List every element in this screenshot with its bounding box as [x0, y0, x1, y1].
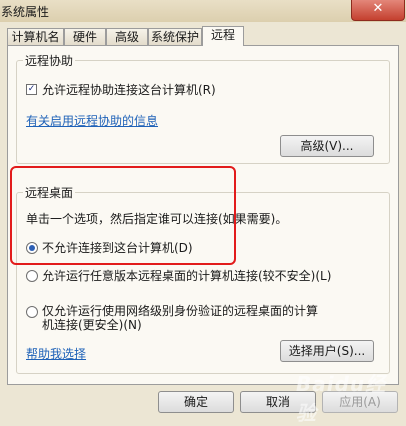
- allow-remote-assistance-checkbox[interactable]: ✓: [26, 84, 37, 95]
- close-icon: ✕: [372, 1, 384, 16]
- red-highlight-box: [10, 166, 236, 265]
- title-bar: 系统属性 ✕: [0, 0, 406, 22]
- tab-advanced[interactable]: 高级: [106, 28, 148, 45]
- remote-assistance-title: 远程协助: [23, 52, 76, 69]
- advanced-button[interactable]: 高级(V)...: [280, 135, 374, 157]
- select-users-button[interactable]: 选择用户(S)...: [280, 340, 374, 362]
- window-title: 系统属性: [1, 5, 50, 19]
- help-me-choose-link[interactable]: 帮助我选择: [26, 345, 86, 362]
- tab-remote[interactable]: 远程: [202, 26, 244, 46]
- remote-assistance-info-link[interactable]: 有关启用远程协助的信息: [26, 112, 158, 129]
- option-allow-any-label[interactable]: 允许运行任意版本远程桌面的计算机连接(较不安全)(L): [42, 267, 331, 284]
- tab-system-protection[interactable]: 系统保护: [148, 28, 202, 45]
- checkmark-icon: ✓: [27, 84, 36, 94]
- tab-hardware[interactable]: 硬件: [64, 28, 106, 45]
- option-allow-nla-radio[interactable]: [26, 306, 38, 318]
- option-allow-any-radio[interactable]: [26, 270, 38, 282]
- option-allow-nla-label-line2[interactable]: 机连接(更安全)(N): [42, 316, 142, 333]
- close-button[interactable]: ✕: [351, 0, 405, 21]
- ok-button[interactable]: 确定: [158, 391, 234, 413]
- allow-remote-assistance-label[interactable]: 允许远程协助连接这台计算机(R): [42, 81, 216, 98]
- tab-computer-name[interactable]: 计算机名: [7, 28, 64, 45]
- baidu-watermark: Baidu经验: [296, 372, 387, 425]
